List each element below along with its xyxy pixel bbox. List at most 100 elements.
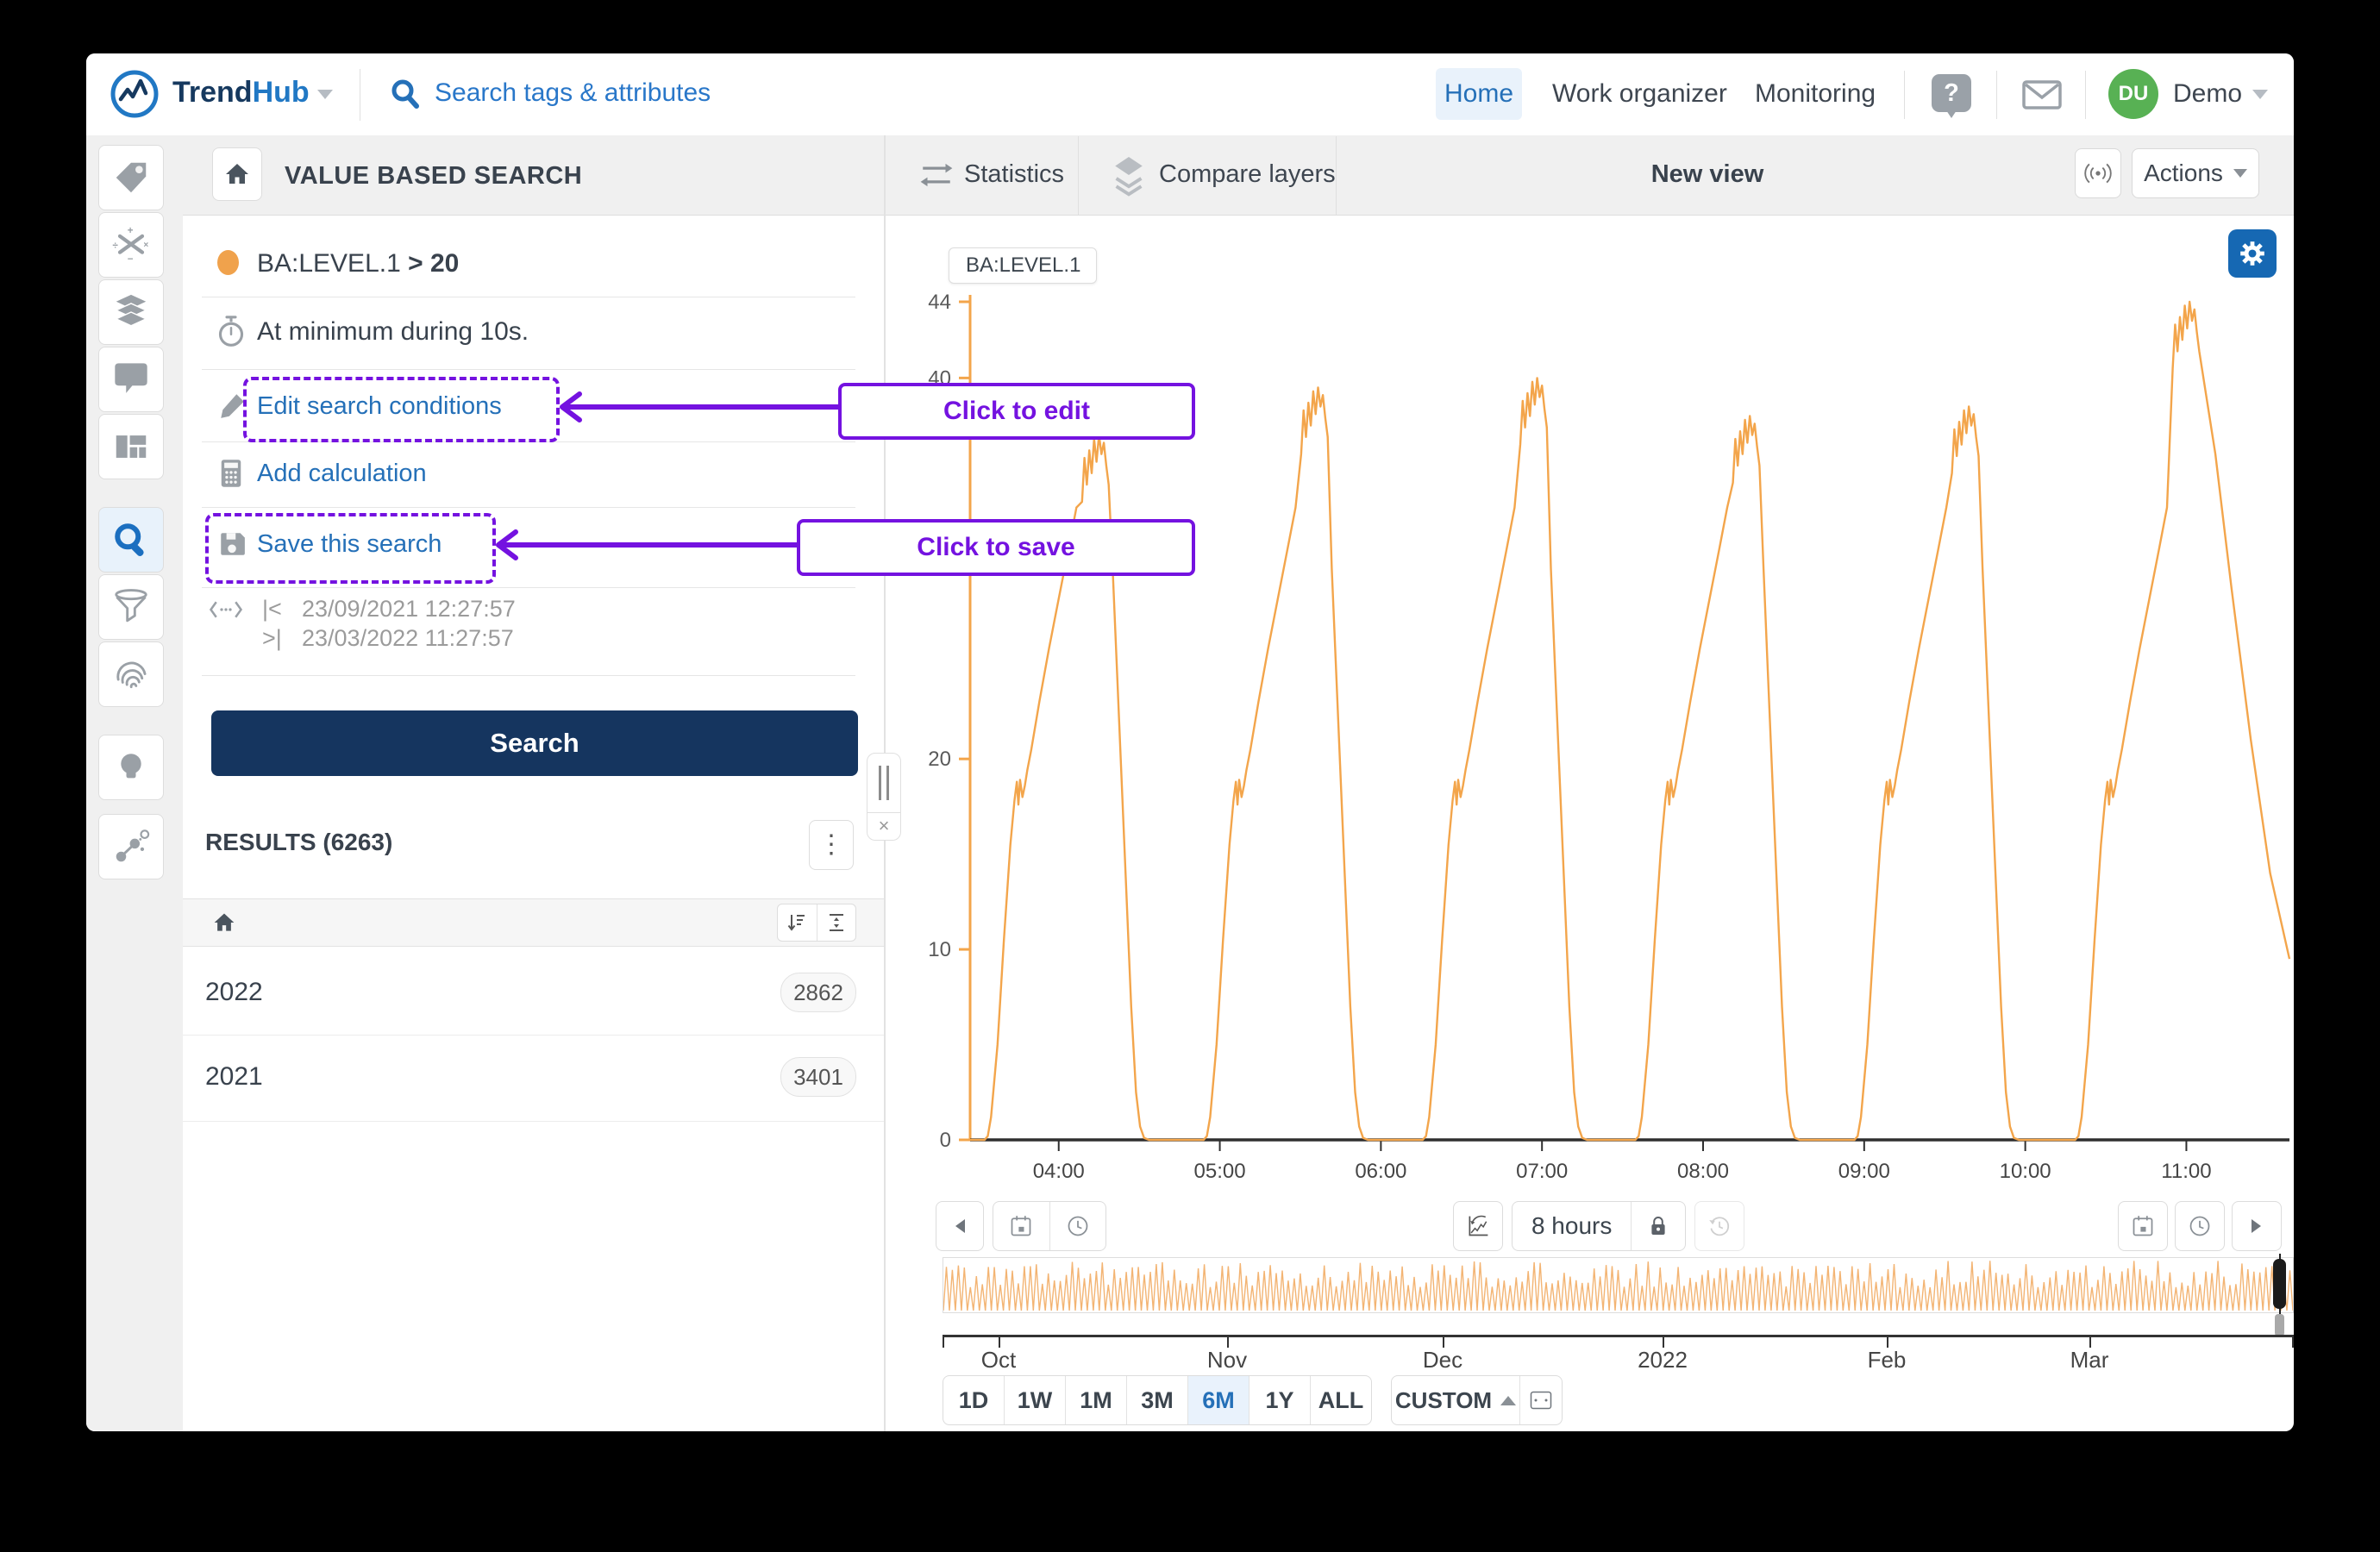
svg-text:10:00: 10:00 (2000, 1160, 2051, 1183)
timeline-tick (1443, 1336, 1444, 1348)
range-end-value[interactable]: 23/03/2022 11:27:57 (302, 625, 514, 652)
panel-title: VALUE BASED SEARCH (285, 162, 583, 190)
search-button[interactable]: Search (211, 710, 858, 776)
collapse-all-button[interactable] (817, 904, 856, 941)
rail-context-items-button[interactable] (98, 814, 164, 879)
range-start-value[interactable]: 23/09/2021 12:27:57 (302, 596, 516, 623)
calculations-icon: + ÷ × − (112, 226, 148, 265)
tab-compare-layers[interactable]: Compare layers (1159, 160, 1336, 189)
view-title: New view (1650, 160, 1764, 188)
sort-descending-button[interactable] (778, 904, 817, 941)
rail-fingerprint-button[interactable] (98, 641, 164, 707)
brand-menu-caret-icon[interactable] (317, 90, 333, 99)
minimap-selection-handle[interactable] (2273, 1259, 2286, 1309)
sort-descending-icon (787, 915, 805, 931)
rail-filter-button[interactable] (98, 574, 164, 640)
rail-dashboards-button[interactable] (98, 414, 164, 479)
home-column-icon (214, 913, 235, 931)
duration-text[interactable]: At minimum during 10s. (257, 317, 529, 347)
compress-y-axis-button[interactable] (1453, 1201, 1503, 1251)
left-datetime-controls (993, 1201, 1106, 1251)
timeline-month-label: Mar (2070, 1347, 2109, 1373)
results-menu-button[interactable]: ⋮ (809, 820, 854, 870)
pan-right-button[interactable] (2232, 1201, 2282, 1251)
rail-recommendations-button[interactable] (98, 735, 164, 800)
chevron-right-icon (2252, 1219, 2261, 1233)
node-graph-icon (116, 829, 150, 862)
svg-text:×: × (143, 241, 148, 250)
svg-text:+: + (128, 226, 134, 236)
history-button[interactable] (1694, 1201, 1744, 1251)
lock-interval-button[interactable] (1631, 1202, 1685, 1250)
nav-home[interactable]: Home (1436, 68, 1522, 120)
fit-selection-button[interactable] (1519, 1376, 1562, 1424)
custom-range-button[interactable]: CUSTOM (1392, 1376, 1519, 1424)
trendhub-app-window: TrendHub Search tags & attributes Home W… (86, 53, 2294, 1431)
overview-minimap[interactable] (943, 1257, 2294, 1313)
divider (202, 507, 855, 508)
divider (202, 587, 855, 588)
range-all-button[interactable]: ALL (1310, 1376, 1371, 1424)
range-6m-button[interactable]: 6M (1187, 1376, 1249, 1424)
start-date-button[interactable] (993, 1202, 1049, 1250)
avatar[interactable]: DU (2108, 69, 2158, 119)
result-row-label[interactable]: 2021 (205, 1062, 263, 1092)
calendar-icon (2133, 1216, 2153, 1236)
rail-search-button[interactable] (98, 507, 164, 573)
user-menu[interactable]: Demo (2173, 68, 2242, 120)
collapse-icon (829, 914, 843, 931)
broadcast-icon (2084, 163, 2112, 184)
layers-icon (115, 294, 147, 327)
result-row-label[interactable]: 2022 (205, 978, 263, 1007)
series-color-dot (217, 250, 239, 275)
timeline-tick (1227, 1336, 1229, 1348)
add-calculation-link[interactable]: Add calculation (257, 460, 427, 488)
nav-work-organizer[interactable]: Work organizer (1552, 68, 1727, 120)
range-1y-button[interactable]: 1Y (1249, 1376, 1310, 1424)
rail-tag-button[interactable] (98, 145, 164, 210)
brand-name[interactable]: TrendHub (172, 76, 310, 110)
svg-text:08:00: 08:00 (1677, 1160, 1729, 1183)
range-1d-button[interactable]: 1D (943, 1376, 1004, 1424)
range-1m-button[interactable]: 1M (1065, 1376, 1126, 1424)
svg-text:−: − (128, 254, 134, 265)
left-icon-rail: + ÷ × − (86, 135, 184, 1431)
timeline-month-label: Dec (1422, 1347, 1463, 1373)
end-date-button[interactable] (2118, 1201, 2168, 1251)
search-icon (391, 79, 419, 109)
panel-home-button[interactable] (212, 147, 262, 201)
divider (183, 1121, 884, 1122)
home-icon (226, 164, 248, 184)
trend-chart[interactable]: 0102030404404:0005:0006:0007:0008:0009:0… (886, 217, 2294, 1200)
range-1w-button[interactable]: 1W (1004, 1376, 1065, 1424)
rail-comments-button[interactable] (98, 347, 164, 412)
query-summary[interactable]: BA:LEVEL.1 > 20 (257, 249, 459, 278)
start-time-button[interactable] (1049, 1202, 1106, 1250)
user-menu-caret-icon[interactable] (2252, 90, 2268, 99)
svg-text:÷: ÷ (112, 241, 118, 251)
end-time-button[interactable] (2175, 1201, 2225, 1251)
range-3m-button[interactable]: 3M (1126, 1376, 1187, 1424)
topbar-separator (1904, 71, 1905, 119)
topbar-separator (2085, 71, 2086, 119)
global-search-input[interactable]: Search tags & attributes (435, 78, 711, 108)
nav-monitoring[interactable]: Monitoring (1755, 68, 1876, 120)
dashboard-icon (116, 435, 147, 458)
custom-caret-up-icon (1500, 1395, 1517, 1405)
minimap-handle-grip[interactable] (2275, 1314, 2284, 1336)
interval-label[interactable]: 8 hours (1513, 1202, 1631, 1250)
rail-layers-button[interactable] (98, 279, 164, 345)
actions-button[interactable]: Actions (2132, 148, 2259, 198)
tab-statistics[interactable]: Statistics (964, 160, 1064, 189)
range-start-marker-icon: |< (262, 596, 282, 622)
timeline-month-label: Feb (1867, 1347, 1907, 1373)
rail-calculations-button[interactable]: + ÷ × − (98, 212, 164, 278)
lock-icon (1651, 1217, 1665, 1235)
trendhub-logo-icon (110, 70, 159, 118)
click-to-save-callout: Click to save (797, 519, 1195, 576)
help-icon[interactable]: ? (1932, 74, 1971, 118)
live-mode-button[interactable] (2075, 148, 2121, 198)
svg-text:07:00: 07:00 (1516, 1160, 1568, 1183)
pan-left-button[interactable] (936, 1201, 984, 1251)
mail-icon[interactable] (2022, 80, 2062, 110)
